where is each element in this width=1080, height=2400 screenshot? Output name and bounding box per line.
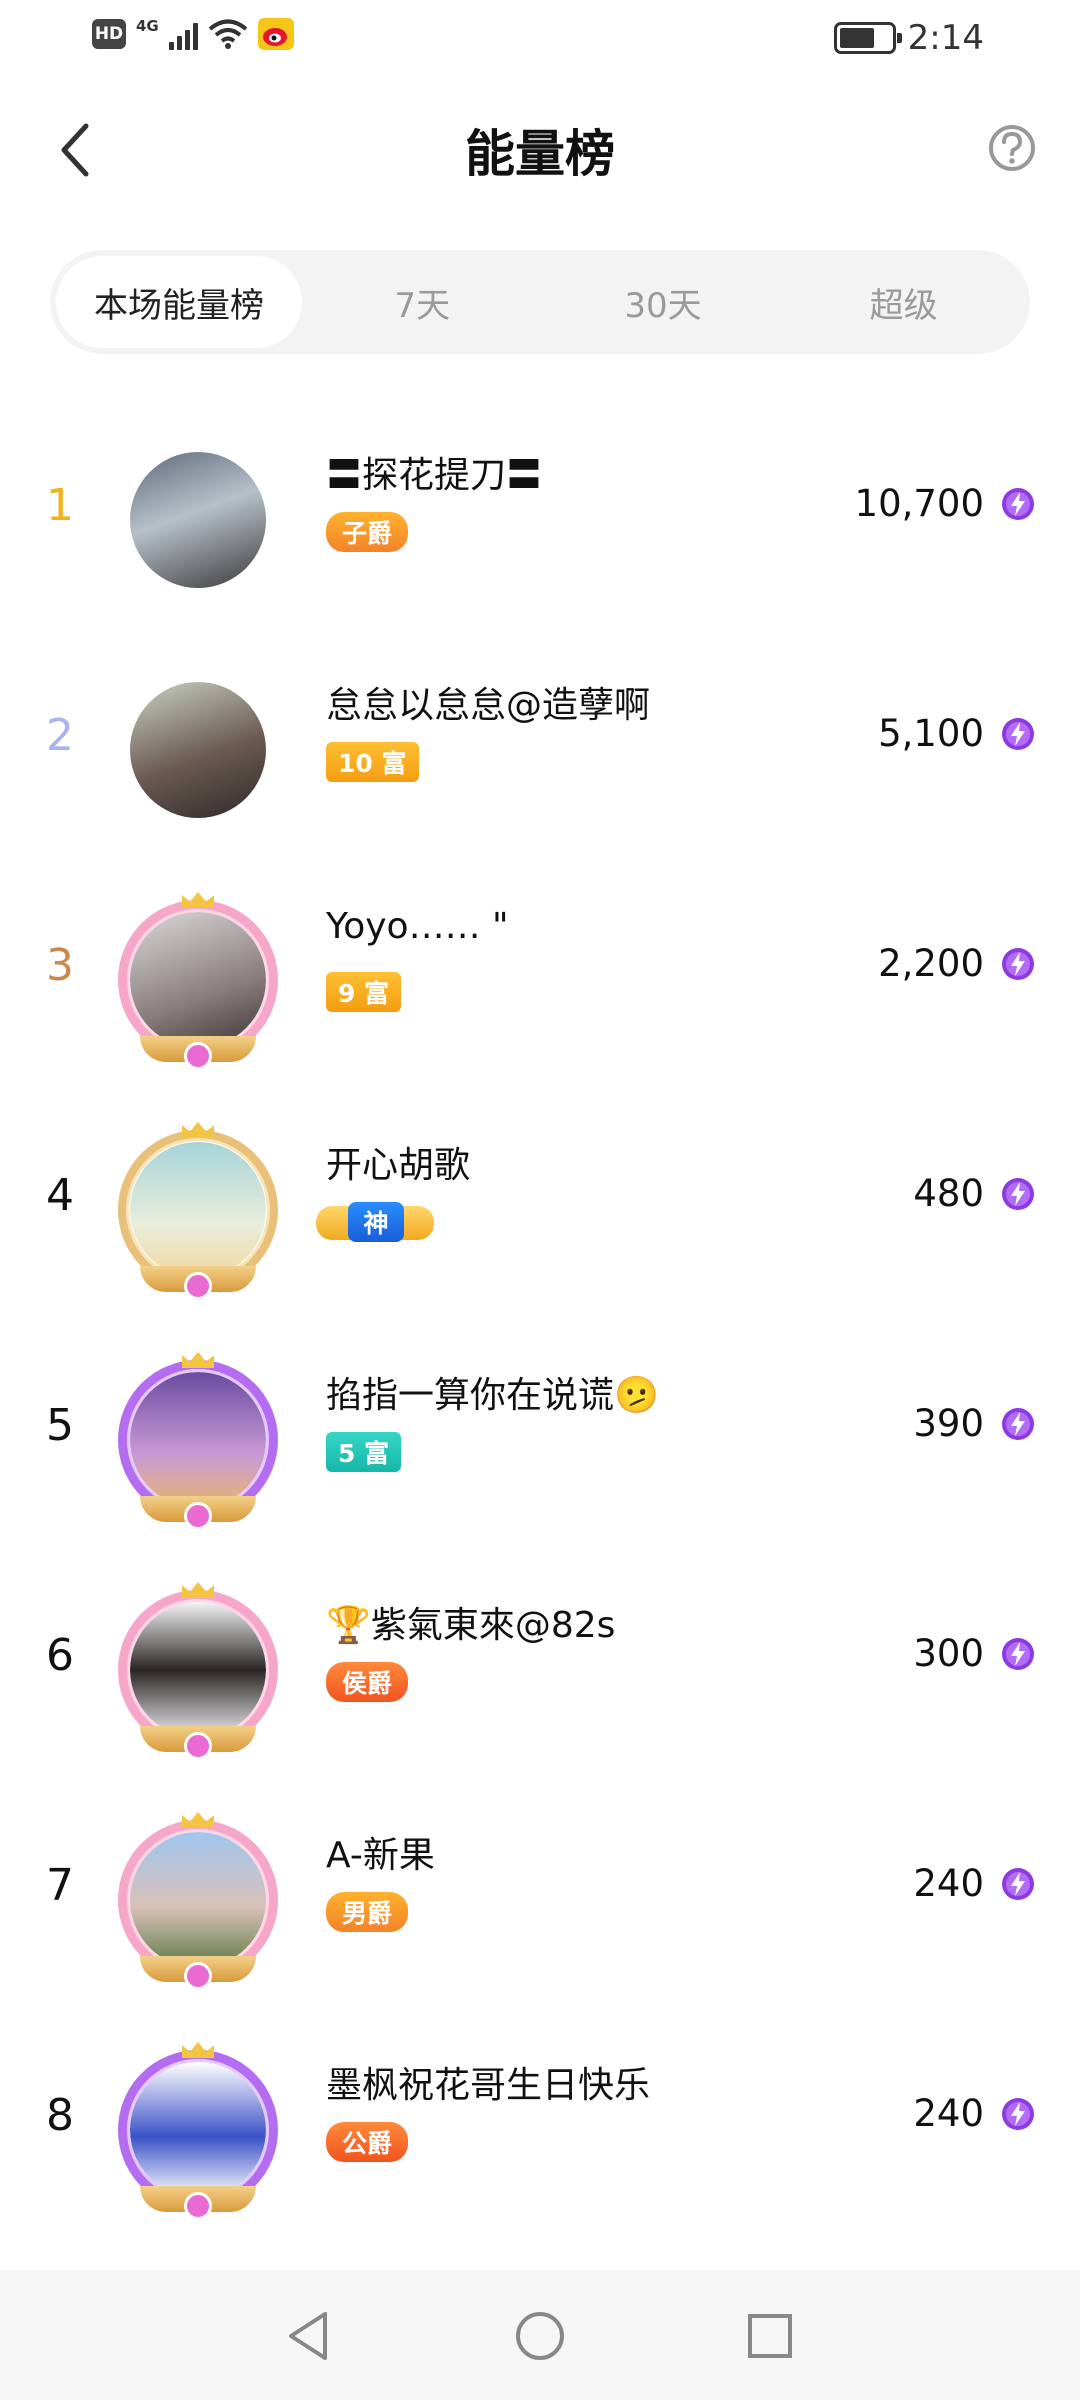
- status-icons-right: 2:14: [833, 18, 984, 58]
- crown-icon: [182, 892, 214, 908]
- status-time: 2:14: [907, 18, 984, 58]
- rank-row[interactable]: 3 Yoyo…… " 9 富 2,200: [0, 880, 1080, 1110]
- user-name: 掐指一算你在说谎🫤: [326, 1375, 659, 1416]
- energy-icon: [1000, 1866, 1036, 1902]
- wifi-icon: [208, 19, 248, 49]
- tab-3[interactable]: 超级: [783, 256, 1024, 348]
- network-type: 4G: [136, 17, 159, 35]
- level-badge: 男爵: [326, 1892, 409, 1932]
- energy-score: 240: [913, 2092, 984, 2135]
- heart-icon: [184, 1042, 212, 1070]
- level-badge: 侯爵: [326, 1662, 409, 1702]
- crown-icon: [182, 1812, 214, 1828]
- question-circle-icon: [989, 125, 1035, 171]
- avatar[interactable]: [118, 440, 278, 600]
- rank-row[interactable]: 1 〓探花提刀〓 子爵 10,700: [0, 420, 1080, 650]
- triangle-back-icon: [289, 2312, 327, 2360]
- energy-icon: [1000, 1176, 1036, 1212]
- ranking-list: 1 〓探花提刀〓 子爵 10,700 2 怠怠以怠怠@造孽啊 10 富 5,100 3 Yoyo……: [0, 420, 1080, 2260]
- rank-number: 8: [46, 2090, 74, 2141]
- avatar[interactable]: [118, 1582, 278, 1760]
- avatar[interactable]: [118, 1122, 278, 1300]
- energy-score: 5,100: [878, 712, 984, 755]
- user-name: 怠怠以怠怠@造孽啊: [326, 685, 651, 726]
- help-button[interactable]: [984, 120, 1040, 176]
- avatar-image: [130, 452, 266, 588]
- energy-icon: [1000, 1636, 1036, 1672]
- page-title: 能量榜: [465, 125, 615, 183]
- level-badge: 9 富: [326, 972, 402, 1012]
- weibo-icon: [257, 18, 294, 50]
- crown-icon: [182, 1122, 214, 1138]
- hd-icon: HD: [92, 19, 126, 49]
- energy-icon: [1000, 716, 1036, 752]
- rank-number: 1: [46, 480, 74, 531]
- circle-home-icon: [516, 2312, 564, 2360]
- tab-1[interactable]: 7天: [302, 256, 543, 348]
- crown-icon: [182, 1352, 214, 1368]
- avatar[interactable]: [118, 2042, 278, 2220]
- energy-score: 10,700: [854, 482, 984, 525]
- rank-number: 3: [46, 940, 74, 991]
- nav-recents-button[interactable]: [738, 2304, 802, 2368]
- signal-icon: [168, 18, 198, 50]
- nav-back-button[interactable]: [276, 2304, 340, 2368]
- heart-icon: [184, 1732, 212, 1760]
- energy-icon: [1000, 946, 1036, 982]
- avatar[interactable]: [118, 670, 278, 830]
- tab-0[interactable]: 本场能量榜: [56, 256, 302, 348]
- avatar[interactable]: [118, 1812, 278, 1990]
- rank-row[interactable]: 4 开心胡歌神 480: [0, 1110, 1080, 1340]
- battery-icon: [833, 22, 902, 54]
- rank-number: 7: [46, 1860, 74, 1911]
- level-badge: 公爵: [326, 2122, 409, 2162]
- level-badge: 子爵: [326, 512, 409, 552]
- level-badge: 神: [348, 1202, 404, 1242]
- energy-score: 2,200: [878, 942, 984, 985]
- square-recents-icon: [748, 2314, 792, 2358]
- user-name: Yoyo…… ": [326, 906, 509, 947]
- level-badge: 10 富: [326, 742, 419, 782]
- rank-number: 2: [46, 710, 74, 761]
- avatar-image: [130, 682, 266, 818]
- energy-icon: [1000, 486, 1036, 522]
- status-icons-left: HD 4G: [92, 17, 294, 50]
- avatar[interactable]: [118, 1352, 278, 1530]
- avatar[interactable]: [118, 892, 278, 1070]
- user-name: 开心胡歌: [326, 1145, 471, 1186]
- user-name: 墨枫祝花哥生日快乐: [326, 2065, 651, 2106]
- rank-row[interactable]: 7 A-新果男爵 240: [0, 1800, 1080, 2030]
- energy-score: 240: [913, 1862, 984, 1905]
- rank-row[interactable]: 5 掐指一算你在说谎🫤 5 富 390: [0, 1340, 1080, 1570]
- status-bar: HD 4G 2:14: [0, 0, 1080, 80]
- rank-row[interactable]: 6 🏆紫氣東來@82s 侯爵 300: [0, 1570, 1080, 1800]
- heart-icon: [184, 1272, 212, 1300]
- heart-icon: [184, 1962, 212, 1990]
- tab-2[interactable]: 30天: [543, 256, 784, 348]
- rank-row[interactable]: 2 怠怠以怠怠@造孽啊 10 富 5,100: [0, 650, 1080, 880]
- energy-icon: [1000, 1406, 1036, 1442]
- energy-icon: [1000, 2096, 1036, 2132]
- period-tabs: 本场能量榜 7天 30天 超级: [50, 250, 1030, 354]
- user-name: A-新果: [326, 1835, 435, 1876]
- heart-icon: [184, 2192, 212, 2220]
- rank-number: 4: [46, 1170, 74, 1221]
- rank-number: 5: [46, 1400, 74, 1451]
- energy-score: 480: [913, 1172, 984, 1215]
- nav-home-button[interactable]: [508, 2304, 572, 2368]
- rank-number: 6: [46, 1630, 74, 1681]
- level-badge: 5 富: [326, 1432, 402, 1472]
- user-name: 🏆紫氣東來@82s: [326, 1605, 616, 1646]
- crown-icon: [182, 1582, 214, 1598]
- energy-score: 390: [913, 1402, 984, 1445]
- crown-icon: [182, 2042, 214, 2058]
- rank-row[interactable]: 8 墨枫祝花哥生日快乐 公爵 240: [0, 2030, 1080, 2260]
- header: 能量榜: [0, 100, 1080, 200]
- system-nav-bar: [0, 2270, 1080, 2400]
- user-name: 〓探花提刀〓: [326, 455, 543, 496]
- energy-score: 300: [913, 1632, 984, 1675]
- heart-icon: [184, 1502, 212, 1530]
